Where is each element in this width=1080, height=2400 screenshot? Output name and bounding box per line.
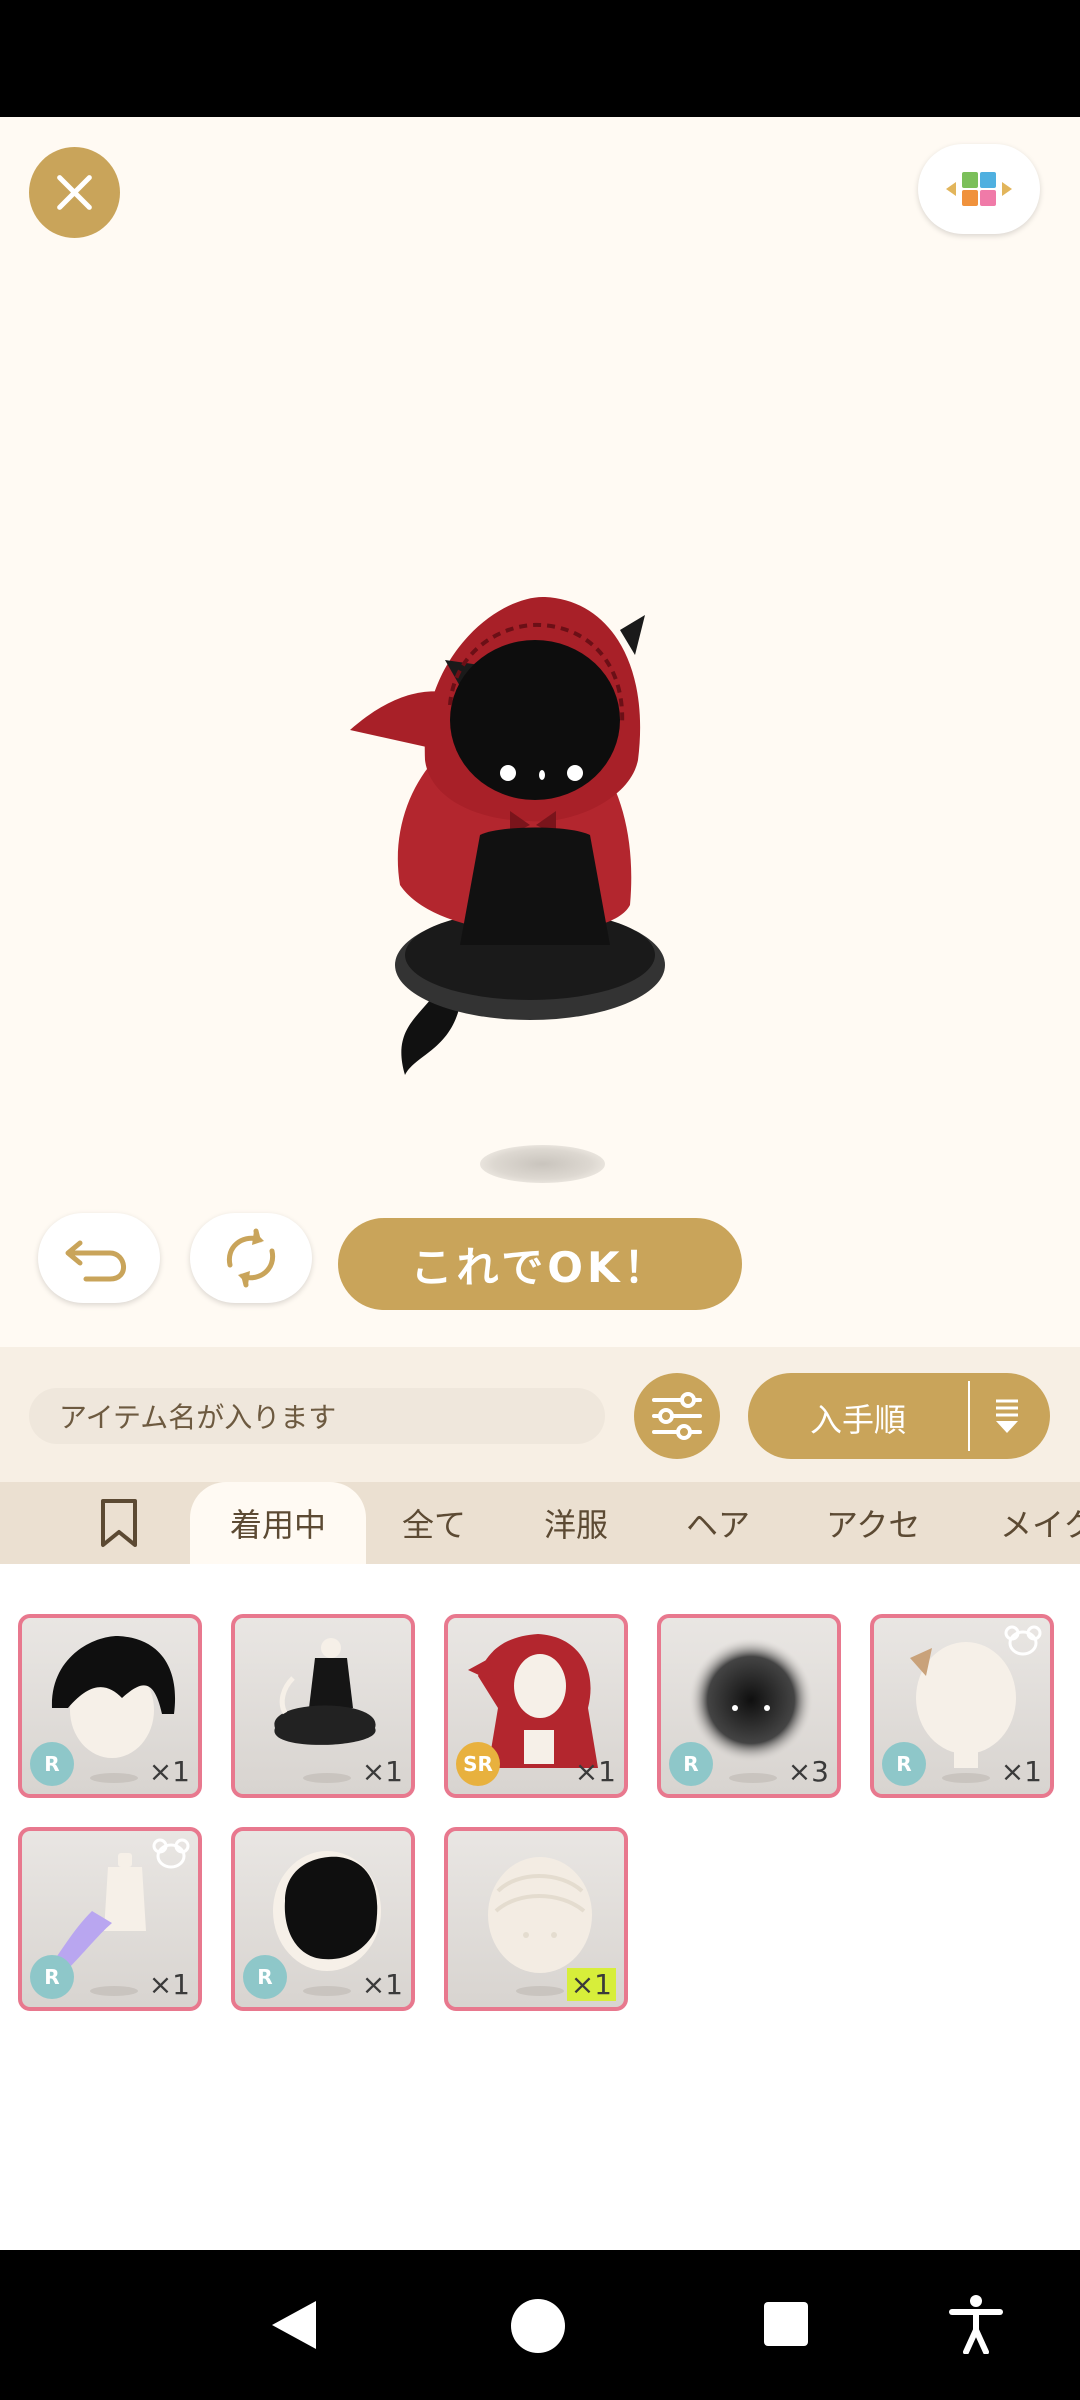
item-count: ×1 (361, 1968, 403, 2001)
avatar-preview (350, 596, 665, 1075)
bookmark-icon (101, 1499, 137, 1547)
sort-label: 入手順 (810, 1401, 907, 1439)
item-card-black-bob-hair[interactable]: R ×1 (18, 1614, 202, 1798)
item-count: ×1 (148, 1755, 190, 1788)
item-count: ×1 (574, 1755, 616, 1788)
home-circle-icon[interactable] (509, 2297, 567, 2355)
accessibility-icon[interactable] (948, 2294, 1004, 2354)
filter-button[interactable] (634, 1373, 720, 1459)
bear-mark-icon (1004, 1625, 1042, 1656)
recents-square-icon[interactable] (762, 2300, 810, 2348)
tab-makeup[interactable]: メイク (1000, 1482, 1080, 1564)
system-navigation-bar (0, 2250, 1080, 2400)
tab-clothes[interactable]: 洋服 (544, 1482, 608, 1564)
item-card-purple-trail-accessory[interactable]: R ×1 (18, 1827, 202, 2011)
tab-hair[interactable]: ヘア (686, 1482, 750, 1564)
rotate-icon (226, 1228, 276, 1288)
tab-wearing[interactable]: 着用中 (190, 1482, 366, 1564)
item-count: ×1 (148, 1968, 190, 2001)
tab-all[interactable]: 全て (402, 1482, 466, 1564)
sort-button[interactable]: 入手順 (748, 1373, 1050, 1459)
item-count: ×1 (361, 1755, 403, 1788)
rarity-badge: R (882, 1742, 926, 1786)
sort-order-icon (996, 1399, 1018, 1433)
avatar-shadow (480, 1145, 605, 1183)
status-bar (0, 0, 1080, 117)
bear-mark-icon (152, 1838, 190, 1869)
sort-divider (968, 1381, 970, 1451)
item-count: ×1 (566, 1968, 616, 2001)
item-card-shadow-face[interactable]: R ×3 (657, 1614, 841, 1798)
rarity-badge: R (30, 1742, 74, 1786)
close-button[interactable] (29, 147, 120, 238)
item-count: ×3 (787, 1755, 829, 1788)
layout-button[interactable] (918, 144, 1040, 234)
undo-icon (65, 1240, 126, 1282)
item-card-plain-head[interactable]: ×1 (444, 1827, 628, 2011)
undo-button[interactable] (38, 1213, 160, 1303)
tab-bookmark[interactable] (94, 1482, 144, 1564)
item-card-cat-ear-accessory[interactable]: R ×1 (870, 1614, 1054, 1798)
item-count: ×1 (1000, 1755, 1042, 1788)
confirm-ok-button[interactable]: これでOK！ (338, 1218, 742, 1310)
tab-accessory[interactable]: アクセ (826, 1482, 920, 1564)
item-card-black-frill-dress[interactable]: ×1 (231, 1614, 415, 1798)
item-search-input[interactable]: アイテム名が入ります (29, 1388, 605, 1444)
rotate-button[interactable] (190, 1213, 312, 1303)
rarity-badge: R (669, 1742, 713, 1786)
rarity-badge: R (243, 1955, 287, 1999)
rarity-badge: SR (456, 1742, 500, 1786)
back-triangle-icon[interactable] (266, 2297, 322, 2353)
layout-grid-icon (946, 172, 1012, 206)
filter-sliders-icon (652, 1392, 702, 1440)
item-card-red-hood-cape[interactable]: SR ×1 (444, 1614, 628, 1798)
rarity-badge: R (30, 1955, 74, 1999)
item-card-black-hood-hair[interactable]: R ×1 (231, 1827, 415, 2011)
category-tabs: 着用中 全て 洋服 ヘア アクセ メイク (0, 1482, 1080, 1564)
